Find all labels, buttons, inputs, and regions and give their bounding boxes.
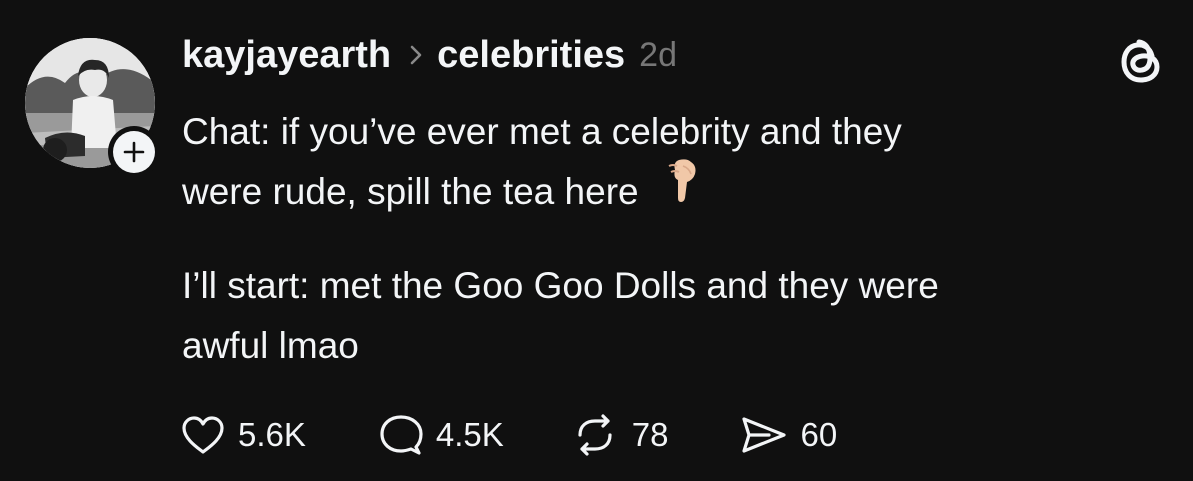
like-button[interactable]: 5.6K: [180, 414, 306, 456]
post-text-line: were rude, spill the tea here: [182, 171, 639, 212]
share-count: 60: [800, 416, 838, 453]
send-icon: [741, 417, 786, 453]
reply-button[interactable]: 4.5K: [378, 413, 504, 457]
post-text-line: Chat: if you’ve ever met a celebrity and…: [182, 111, 902, 152]
chevron-right-icon: [409, 44, 423, 66]
post-paragraph-1: Chat: if you’ve ever met a celebrity and…: [182, 102, 1162, 222]
repost-button[interactable]: 78: [570, 413, 669, 457]
repost-count: 78: [631, 416, 669, 453]
share-button[interactable]: 60: [739, 414, 838, 456]
community-link[interactable]: celebrities: [437, 34, 625, 77]
avatar-container[interactable]: [25, 38, 160, 178]
action-bar: 5.6K 4.5K 78 60: [180, 410, 837, 460]
reply-count: 4.5K: [435, 416, 504, 453]
repost-icon: [578, 414, 612, 456]
post-timestamp: 2d: [639, 35, 677, 74]
plus-icon: [123, 141, 145, 163]
heart-icon: [182, 416, 224, 454]
username-link[interactable]: kayjayearth: [182, 34, 391, 77]
post-text-line: awful lmao: [182, 325, 359, 367]
post-body: Chat: if you’ve ever met a celebrity and…: [182, 102, 1162, 376]
follow-badge[interactable]: [108, 126, 160, 178]
post-paragraph-2: I’ll start: met the Goo Goo Dolls and th…: [182, 256, 1162, 376]
like-count: 5.6K: [238, 416, 306, 453]
threads-logo-icon[interactable]: [1117, 34, 1167, 90]
post-text-line: I’ll start: met the Goo Goo Dolls and th…: [182, 265, 939, 307]
pointing-down-emoji-icon: [661, 156, 701, 222]
comment-icon: [380, 415, 423, 455]
post-header: kayjayearth celebrities 2d: [182, 30, 677, 80]
